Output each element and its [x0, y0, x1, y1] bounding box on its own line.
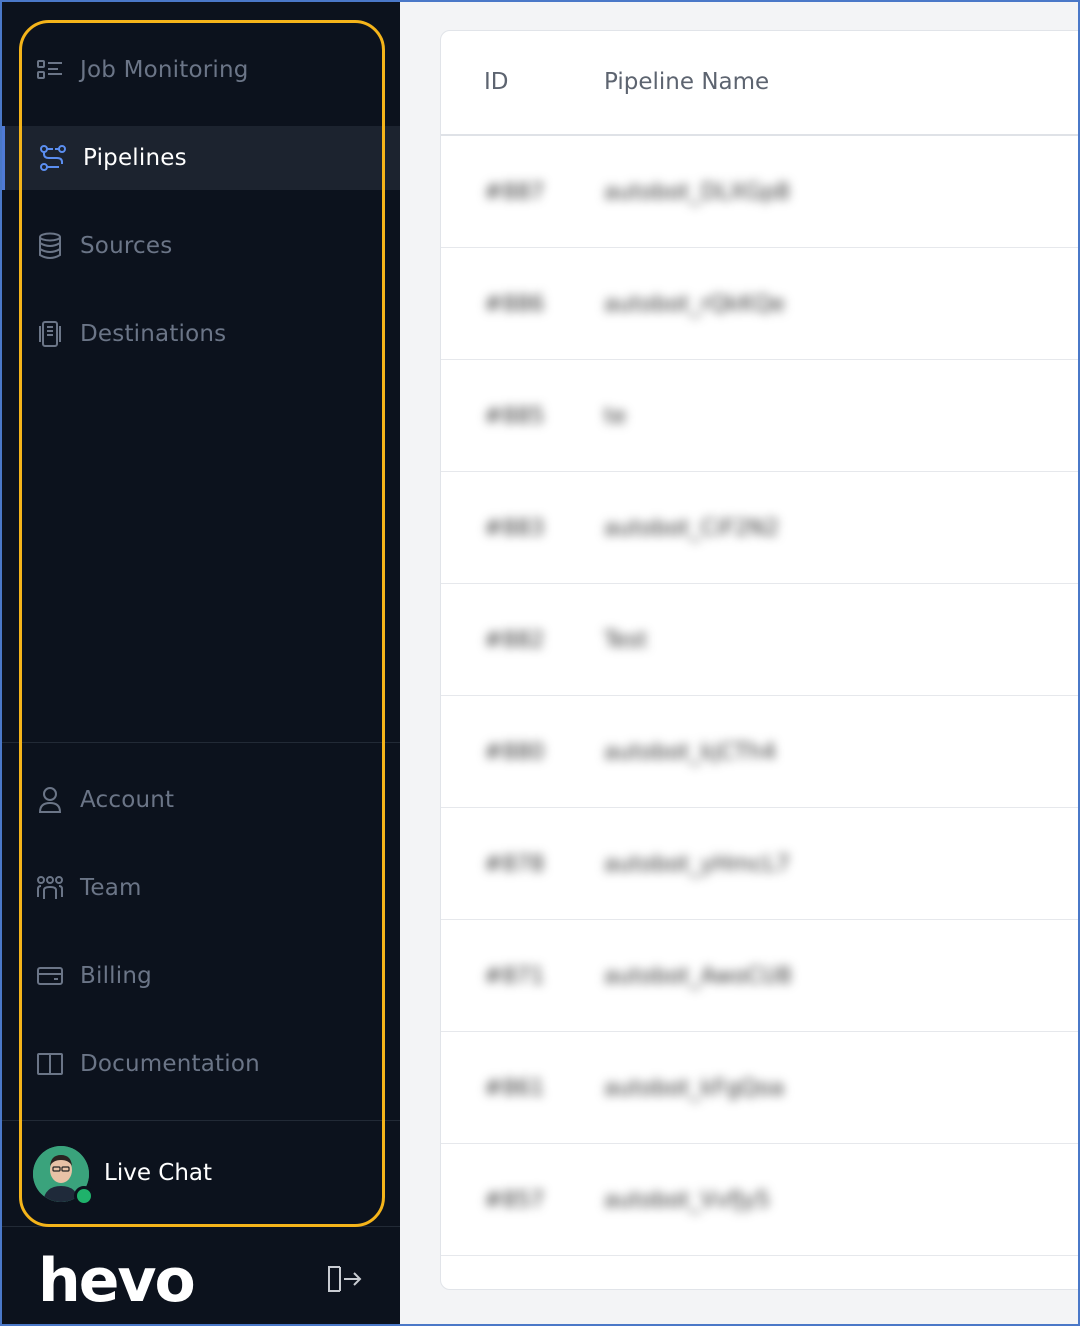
card-icon [35, 961, 65, 991]
table-row[interactable]: #880 autobot_kjCTh4 [441, 696, 1080, 808]
user-icon [35, 785, 65, 815]
sidebar-item-label: Documentation [80, 1051, 260, 1077]
sidebar-item-label: Billing [80, 963, 152, 989]
live-chat-label: Live Chat [104, 1160, 213, 1186]
sidebar-item-account[interactable]: Account [2, 768, 400, 832]
table-row[interactable]: #885 te [441, 360, 1080, 472]
book-icon [35, 1049, 65, 1079]
pipeline-name-cell[interactable]: autobot_kjCTh4 [604, 740, 776, 765]
logout-icon[interactable] [326, 1264, 362, 1294]
sidebar-item-billing[interactable]: Billing [2, 944, 400, 1008]
sidebar-item-pipelines[interactable]: Pipelines [2, 126, 400, 190]
sidebar-item-sources[interactable]: Sources [2, 214, 400, 278]
online-status-indicator [74, 1186, 94, 1206]
table-row[interactable]: #887 autobot_DLXGp8 [441, 136, 1080, 248]
pipeline-id-cell: #857 [484, 1188, 545, 1213]
pipeline-name-cell[interactable]: te [604, 404, 626, 429]
destination-icon [35, 319, 65, 349]
table-row[interactable]: #861 autobot_kFgQoa [441, 1032, 1080, 1144]
pipeline-id-cell: #886 [484, 292, 545, 317]
pipeline-name-cell[interactable]: Test [604, 628, 647, 653]
database-icon [35, 231, 65, 261]
sidebar-item-documentation[interactable]: Documentation [2, 1032, 400, 1096]
sidebar-item-label: Team [80, 875, 142, 901]
pipeline-icon [38, 143, 68, 173]
pipeline-name-cell[interactable]: autobot_CiF2N2 [604, 516, 779, 541]
pipeline-id-cell: #878 [484, 852, 545, 877]
sidebar-item-label: Sources [80, 233, 173, 259]
pipelines-table: ID Pipeline Name #887 autobot_DLXGp8 #886 a… [440, 30, 1080, 1290]
pipeline-name-cell[interactable]: autobot_kFgQoa [604, 1076, 784, 1101]
pipeline-id-cell: #871 [484, 964, 545, 989]
pipeline-id-cell: #885 [484, 404, 545, 429]
table-row[interactable]: #882 Test [441, 584, 1080, 696]
divider [2, 742, 400, 743]
table-row[interactable]: #886 autobot_rQkKQe [441, 248, 1080, 360]
column-header-pipeline-name[interactable]: Pipeline Name [604, 69, 769, 95]
list-icon [35, 55, 65, 85]
sidebar-item-job-monitoring[interactable]: Job Monitoring [2, 38, 400, 102]
sidebar-item-label: Destinations [80, 321, 227, 347]
pipeline-id-cell: #882 [484, 628, 545, 653]
sidebar-item-label: Account [80, 787, 175, 813]
pipeline-id-cell: #880 [484, 740, 545, 765]
table-row[interactable]: #871 autobot_AwoCU8 [441, 920, 1080, 1032]
live-chat-button[interactable]: Live Chat [2, 1140, 400, 1210]
divider [2, 1120, 400, 1121]
table-header: ID Pipeline Name [441, 31, 1080, 136]
pipeline-name-cell[interactable]: autobot_yHmcL7 [604, 852, 790, 877]
sidebar-item-team[interactable]: Team [2, 856, 400, 920]
sidebar-item-label: Job Monitoring [80, 57, 249, 83]
column-header-id[interactable]: ID [484, 69, 509, 95]
table-row[interactable]: #857 autobot_VvfJy5 [441, 1144, 1080, 1256]
pipeline-name-cell[interactable]: autobot_rQkKQe [604, 292, 785, 317]
hevo-logo: hevo [38, 1246, 196, 1316]
sidebar-item-label: Pipelines [83, 145, 187, 171]
pipeline-id-cell: #861 [484, 1076, 545, 1101]
pipeline-id-cell: #883 [484, 516, 545, 541]
pipeline-id-cell: #887 [484, 180, 545, 205]
table-row[interactable]: #883 autobot_CiF2N2 [441, 472, 1080, 584]
pipeline-name-cell[interactable]: autobot_DLXGp8 [604, 180, 790, 205]
sidebar-item-destinations[interactable]: Destinations [2, 302, 400, 366]
table-row[interactable]: #878 autobot_yHmcL7 [441, 808, 1080, 920]
team-icon [35, 873, 65, 903]
pipeline-name-cell[interactable]: autobot_AwoCU8 [604, 964, 792, 989]
divider [2, 1226, 400, 1227]
sidebar: Job Monitoring Pipelines Sources Destina… [0, 0, 400, 1326]
pipeline-name-cell[interactable]: autobot_VvfJy5 [604, 1188, 770, 1213]
